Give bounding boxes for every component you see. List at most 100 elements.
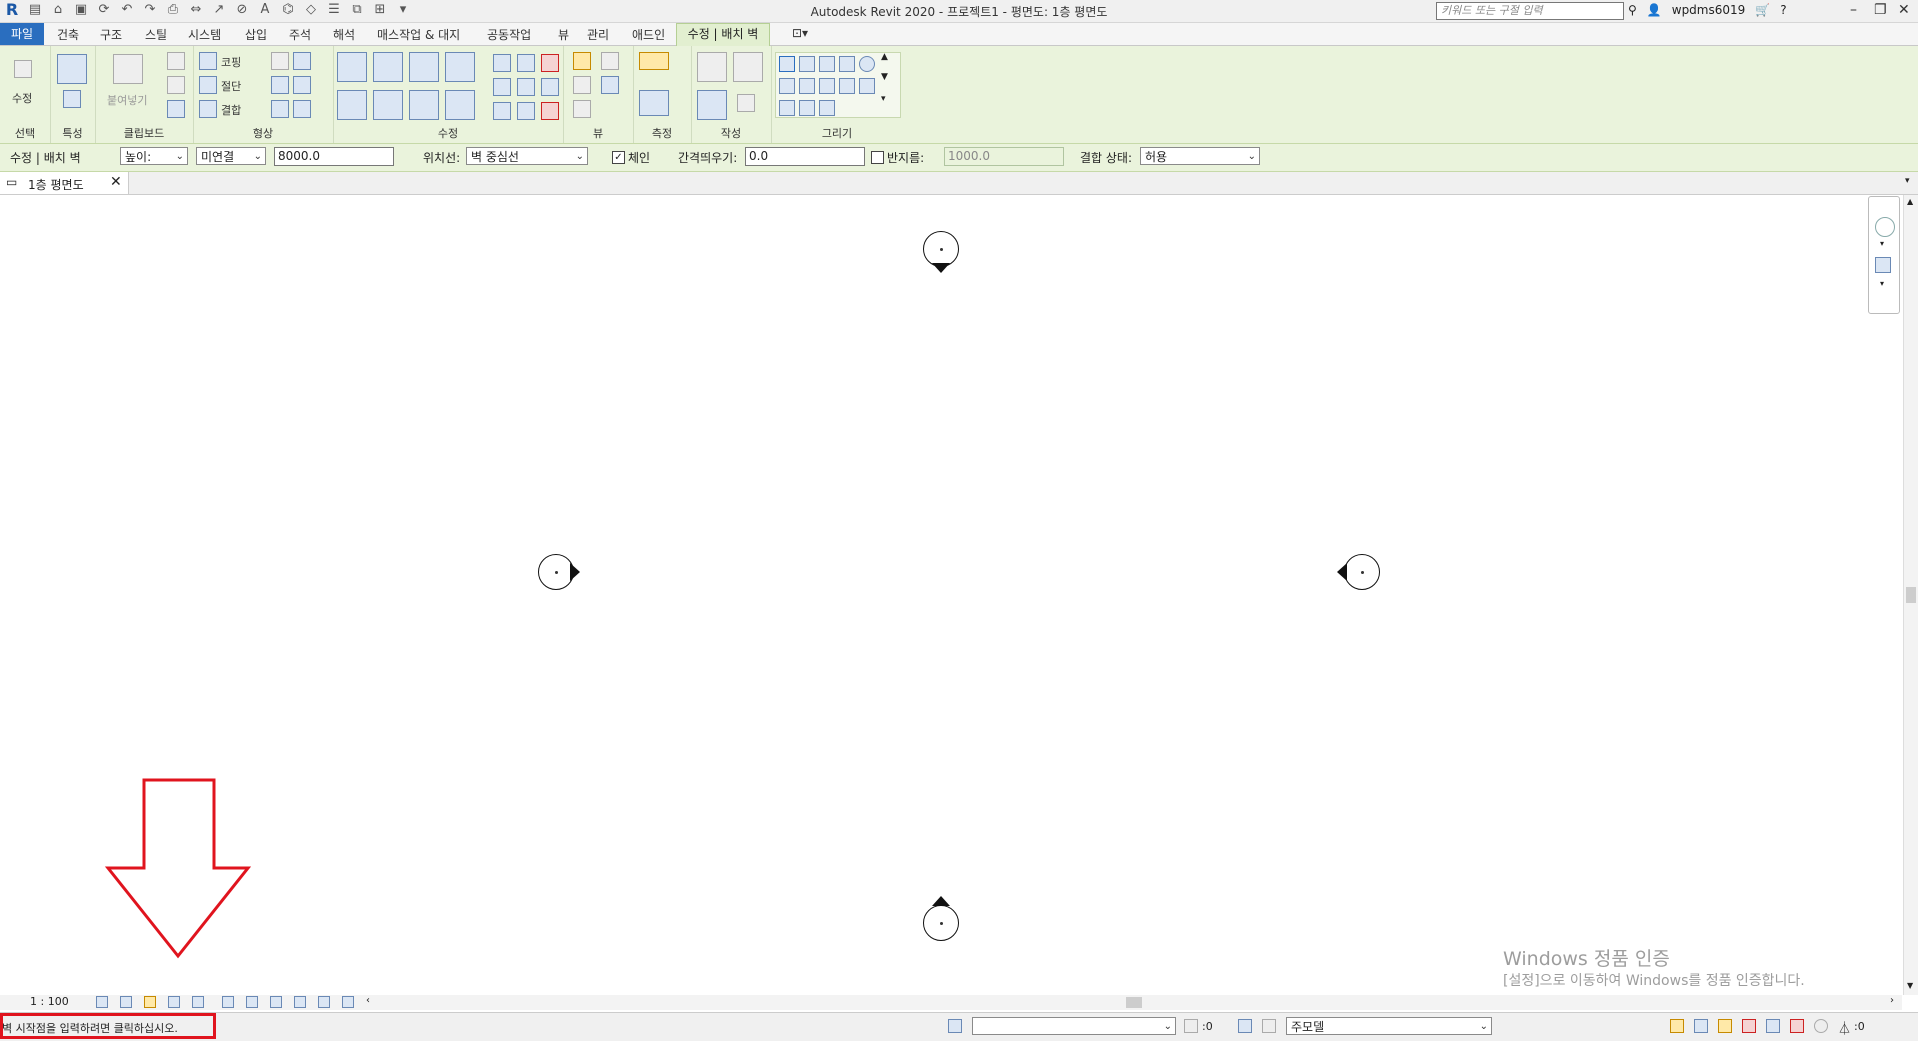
ribbon-toggle-icon[interactable]: ⊡▾ (792, 26, 808, 40)
pick-walls-icon[interactable] (819, 100, 835, 116)
drawing-area[interactable] (0, 195, 1902, 995)
analytical-model-icon[interactable] (318, 996, 330, 1008)
paste-button[interactable]: 붙여넣기 (107, 92, 147, 108)
scroll-left-icon[interactable]: ‹ (366, 995, 370, 1006)
create-parts-icon[interactable] (733, 52, 763, 82)
trim-extend-corner-icon[interactable] (445, 90, 475, 120)
align-icon[interactable] (337, 52, 367, 82)
select-dropdown[interactable]: 선택 (0, 125, 50, 141)
match-properties-icon[interactable] (167, 100, 185, 118)
measure-distance-icon[interactable] (639, 52, 669, 70)
offset-input[interactable]: 0.0 (745, 147, 865, 166)
cut-icon[interactable] (167, 52, 185, 70)
tab-structure[interactable]: 구조 (100, 26, 122, 43)
height-mode-select[interactable]: 높이: ⌄ (120, 147, 188, 165)
temporary-hide-icon[interactable] (246, 996, 258, 1008)
override-graphics-icon[interactable] (573, 76, 591, 94)
offset-icon[interactable] (373, 52, 403, 82)
expand-icon[interactable]: ▾ (881, 94, 886, 104)
select-links-icon[interactable] (1670, 1019, 1684, 1033)
fillet-arc-icon[interactable] (839, 78, 855, 94)
center-ends-arc-icon[interactable] (799, 78, 815, 94)
demolish-icon[interactable] (293, 76, 311, 94)
modify-button[interactable]: 수정 (12, 90, 32, 106)
cart-icon[interactable]: 🛒 (1755, 3, 1770, 17)
help-icon[interactable]: ? (1780, 3, 1786, 17)
tab-menu-icon[interactable]: ▾ (1905, 176, 1910, 186)
properties-icon[interactable] (57, 54, 87, 84)
scroll-down-icon[interactable]: ▼ (1907, 981, 1913, 990)
mirror-pick-axis-icon[interactable] (409, 52, 439, 82)
join-status-select[interactable]: 허용 ⌄ (1140, 147, 1260, 165)
radius-input[interactable]: 1000.0 (944, 147, 1064, 166)
cope-icon[interactable] (199, 52, 217, 70)
search-input[interactable]: 키워드 또는 구절 입력 (1436, 2, 1624, 20)
linework-icon[interactable] (601, 76, 619, 94)
type-properties-icon[interactable] (63, 90, 81, 108)
beam-join-icon[interactable] (271, 76, 289, 94)
zoom-icon[interactable] (1875, 257, 1891, 273)
unpin-icon[interactable] (541, 54, 559, 72)
tab-modify-place-wall[interactable]: 수정 | 배치 벽 (676, 23, 770, 46)
tab-collaborate[interactable]: 공동작업 (487, 26, 531, 43)
scale-icon[interactable] (517, 78, 535, 96)
tab-file[interactable]: 파일 (0, 23, 44, 45)
mirror-draw-axis-icon[interactable] (445, 52, 475, 82)
ellipse-icon[interactable] (859, 78, 875, 94)
location-line-select[interactable]: 벽 중심선 ⌄ (466, 147, 588, 165)
trim-single-icon[interactable] (493, 102, 511, 120)
aligned-dimension-icon[interactable] (639, 90, 669, 116)
filter-icon[interactable]: ⏃ (1838, 1018, 1851, 1037)
vertical-scroll-thumb[interactable] (1906, 587, 1916, 603)
binoculars-icon[interactable]: ⚲ (1628, 3, 1637, 17)
join-icon[interactable] (199, 100, 217, 118)
tab-view[interactable]: 뷰 (558, 26, 569, 43)
vertical-scrollbar[interactable]: ▲ ▼ (1903, 195, 1918, 995)
scroll-down-icon[interactable]: ▼ (881, 72, 888, 82)
create-group-icon[interactable] (697, 90, 727, 120)
line-icon[interactable] (779, 56, 795, 72)
move-icon[interactable] (337, 90, 367, 120)
tab-annotate[interactable]: 주석 (289, 26, 311, 43)
hammer-icon[interactable] (293, 100, 311, 118)
gear-icon[interactable] (1814, 1019, 1828, 1033)
join-button[interactable]: 결합 (221, 102, 241, 118)
scroll-up-icon[interactable]: ▲ (1907, 197, 1913, 206)
inscribed-polygon-icon[interactable] (819, 56, 835, 72)
scroll-right-icon[interactable]: › (1890, 995, 1894, 1006)
view-tab-level1[interactable]: ▭ 1층 평면도 ✕ (0, 172, 129, 194)
scale-label[interactable]: 1 : 100 (30, 995, 69, 1008)
sun-path-icon[interactable] (144, 996, 156, 1008)
split-element-icon[interactable] (493, 54, 511, 72)
circle-icon[interactable] (859, 56, 875, 72)
tab-systems[interactable]: 시스템 (188, 26, 221, 43)
horizontal-scroll-thumb[interactable] (1126, 997, 1142, 1008)
elevation-marker-north[interactable] (923, 231, 959, 267)
circumscribed-polygon-icon[interactable] (839, 56, 855, 72)
radius-checkbox[interactable] (871, 151, 884, 164)
chevron-down-icon[interactable]: ▾ (1880, 279, 1884, 288)
trim-multiple-icon[interactable] (517, 102, 535, 120)
constraint-select[interactable]: 미연결 ⌄ (196, 147, 266, 165)
crop-view-icon[interactable] (192, 996, 204, 1008)
tab-insert[interactable]: 삽입 (245, 26, 267, 43)
show-crop-icon[interactable] (222, 996, 234, 1008)
split-gap-icon[interactable] (517, 54, 535, 72)
copy-element-icon[interactable] (373, 90, 403, 120)
delete-icon[interactable] (541, 102, 559, 120)
array-icon[interactable] (493, 78, 511, 96)
close-icon[interactable]: ✕ (1898, 2, 1910, 18)
reveal-hidden-icon[interactable] (270, 996, 282, 1008)
wall-joins-icon[interactable] (271, 52, 289, 70)
tab-steel[interactable]: 스틸 (145, 26, 167, 43)
create-assembly-icon[interactable] (697, 52, 727, 82)
rectangle-icon[interactable] (799, 56, 815, 72)
hide-element-icon[interactable] (601, 52, 619, 70)
cut-geometry-button[interactable]: 절단 (221, 78, 241, 94)
elevation-marker-east[interactable] (1344, 554, 1380, 590)
scroll-up-icon[interactable]: ▲ (881, 52, 888, 62)
workset-select[interactable]: ⌄ (972, 1017, 1176, 1035)
steering-wheel-icon[interactable] (1875, 217, 1895, 237)
elevation-marker-west[interactable] (538, 554, 574, 590)
chevron-down-icon[interactable]: ▾ (1880, 239, 1884, 248)
